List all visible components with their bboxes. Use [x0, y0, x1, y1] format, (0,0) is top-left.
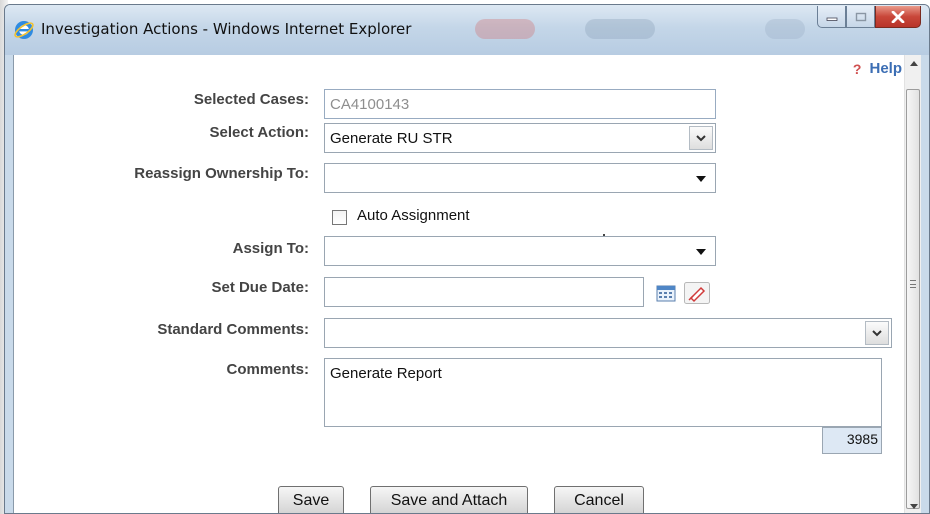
comments-textarea[interactable]: Generate Report [324, 358, 882, 427]
scroll-up-button[interactable] [905, 55, 922, 72]
help-label: Help [869, 60, 902, 77]
standard-comments-dropdown[interactable] [324, 318, 892, 348]
reassign-ownership-dropdown[interactable] [324, 163, 716, 193]
select-action-value: Generate RU STR [330, 129, 453, 147]
minimize-icon [826, 17, 837, 21]
scroll-up-icon [909, 61, 918, 66]
help-link[interactable]: ? Help [853, 60, 902, 77]
selected-cases-field[interactable]: CA4100143 [324, 89, 716, 119]
auto-assignment-checkbox[interactable] [332, 210, 347, 225]
select-action-label: Select Action: [209, 124, 309, 141]
chevron-down-icon [696, 134, 706, 141]
select-action-dropdown-button[interactable] [689, 126, 713, 150]
character-counter: 3985 [822, 427, 882, 454]
selected-cases-value: CA4100143 [330, 95, 410, 113]
maximize-button[interactable] [846, 6, 875, 28]
auto-assignment-label: Auto Assignment [357, 207, 470, 224]
background-blur [475, 19, 535, 39]
standard-comments-dropdown-button[interactable] [865, 321, 889, 345]
chevron-down-icon [872, 329, 882, 336]
scrollbar-thumb[interactable] [906, 89, 920, 509]
browser-window: Investigation Actions - Windows Internet… [4, 4, 930, 514]
dialog-content: ? Help Selected Cases: CA4100143 Select … [13, 55, 922, 513]
due-date-field[interactable] [324, 277, 644, 307]
internet-explorer-icon [14, 21, 34, 39]
grip-icon [910, 280, 916, 288]
vertical-scrollbar[interactable] [904, 55, 922, 513]
due-date-label: Set Due Date: [211, 279, 309, 296]
assign-to-label: Assign To: [232, 240, 309, 257]
help-icon: ? [852, 60, 862, 77]
scroll-down-button[interactable] [905, 498, 922, 513]
close-icon [891, 10, 905, 23]
reassign-ownership-label: Reassign Ownership To: [134, 165, 309, 182]
scroll-down-icon [909, 504, 918, 509]
background-blur [765, 19, 805, 39]
window-controls [817, 6, 921, 28]
title-bar[interactable]: Investigation Actions - Windows Internet… [5, 5, 929, 55]
comments-label: Comments: [226, 361, 309, 378]
cancel-button[interactable]: Cancel [554, 486, 644, 513]
clear-date-icon[interactable] [684, 282, 710, 304]
close-button[interactable] [875, 6, 921, 28]
window-title: Investigation Actions - Windows Internet… [41, 20, 412, 38]
dropdown-arrow-icon [696, 249, 706, 255]
background-blur [585, 19, 655, 39]
calendar-icon[interactable] [656, 284, 676, 302]
maximize-icon [855, 12, 866, 21]
assign-to-dropdown[interactable] [324, 236, 716, 266]
select-action-dropdown[interactable]: Generate RU STR [324, 123, 716, 153]
dropdown-arrow-icon [696, 176, 706, 182]
minimize-button[interactable] [817, 6, 846, 28]
save-and-attach-button[interactable]: Save and Attach [370, 486, 528, 513]
save-button[interactable]: Save [278, 486, 344, 513]
selected-cases-label: Selected Cases: [193, 91, 309, 108]
standard-comments-label: Standard Comments: [157, 321, 309, 338]
